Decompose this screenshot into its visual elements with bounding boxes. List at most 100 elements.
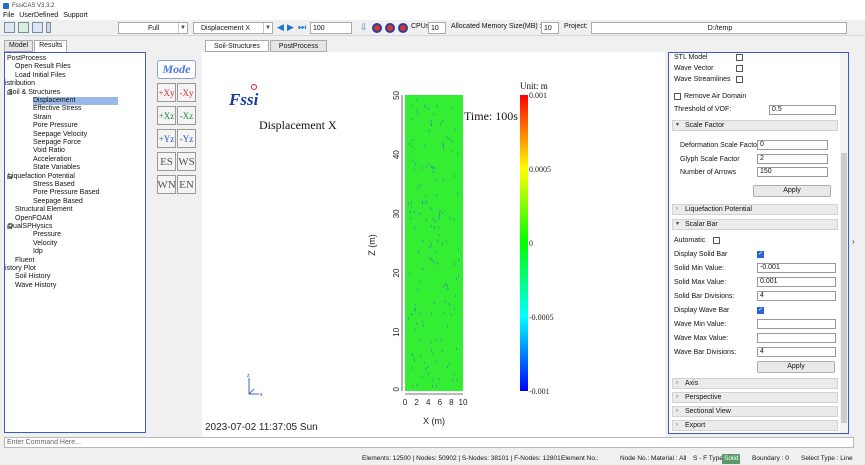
record-icon-3[interactable] bbox=[398, 23, 408, 33]
view-es-button[interactable]: ES bbox=[157, 152, 176, 171]
display-wave-label: Display Wave Bar bbox=[674, 307, 730, 314]
status-select-type: Select Type : Line bbox=[801, 455, 853, 462]
view-plusminus-xz-button[interactable]: +Xz bbox=[157, 106, 176, 125]
tab-results[interactable]: Results bbox=[34, 40, 68, 52]
wave-streamlines-checkbox[interactable] bbox=[736, 76, 743, 83]
cpus-input[interactable]: 10 bbox=[428, 22, 446, 34]
tree-node-soil-structures[interactable]: Soil & Structures bbox=[8, 89, 60, 97]
tree-node-effective-stress[interactable]: Effective Stress bbox=[33, 105, 82, 113]
tab-model[interactable]: Model bbox=[4, 40, 34, 52]
view-minus-xz-button[interactable]: -Xz bbox=[177, 106, 196, 125]
open-folder-icon[interactable] bbox=[4, 22, 15, 33]
tree-node-pore-pressure[interactable]: Pore Pressure bbox=[33, 122, 78, 130]
wave-vector-checkbox[interactable] bbox=[736, 65, 743, 72]
tree-node-seepage-velocity[interactable]: Seepage Velocity bbox=[33, 131, 87, 139]
menu-support[interactable]: Support bbox=[63, 12, 88, 19]
tree-node-open-result-files[interactable]: Open Result Files bbox=[15, 63, 71, 71]
tree-node-void-ratio[interactable]: Void Ratio bbox=[33, 147, 65, 155]
tree-node-pore-pressure-based[interactable]: Pore Pressure Based bbox=[33, 189, 100, 197]
automatic-checkbox[interactable] bbox=[713, 237, 720, 244]
tree-node-pressure[interactable]: Pressure bbox=[33, 231, 61, 239]
wave-max-input[interactable] bbox=[757, 333, 836, 343]
x-tick-label: 6 bbox=[438, 398, 443, 407]
center-tab-bar: Soil-Structures PostProcess bbox=[205, 40, 328, 52]
glyph-scale-input[interactable]: 2 bbox=[757, 154, 828, 164]
command-input[interactable]: Enter Command Here... bbox=[4, 437, 854, 448]
project-path-input[interactable]: D:/temp bbox=[591, 22, 847, 34]
wave-min-input[interactable] bbox=[757, 319, 836, 329]
apply-scale-button[interactable]: Apply bbox=[753, 185, 831, 197]
tree-node-postprocess[interactable]: PostProcess bbox=[7, 55, 46, 63]
menu-userdefined[interactable]: UserDefined bbox=[19, 12, 58, 19]
view-plusminus-xy-button[interactable]: +Xy bbox=[157, 83, 176, 102]
download-icon[interactable]: ⇩ bbox=[360, 23, 368, 32]
step-forward-icon[interactable]: ⏭ bbox=[298, 23, 306, 32]
variable-select[interactable]: Displacement X ▼ bbox=[193, 22, 273, 34]
panel-icon[interactable] bbox=[46, 22, 51, 33]
tab-postprocess[interactable]: PostProcess bbox=[269, 40, 328, 52]
wave-div-input[interactable]: 4 bbox=[757, 347, 836, 357]
view-plusminus-yz-button[interactable]: +Yz bbox=[157, 129, 176, 148]
display-solid-checkbox[interactable] bbox=[757, 250, 764, 258]
view-minus-xy-button[interactable]: -Xy bbox=[177, 83, 196, 102]
view-wn-button[interactable]: WN bbox=[157, 175, 176, 194]
solid-max-input[interactable]: 0.001 bbox=[757, 277, 836, 287]
view-minus-yz-button[interactable]: -Yz bbox=[177, 129, 196, 148]
frame-input[interactable]: 100 bbox=[310, 22, 352, 34]
tree-node-distribution[interactable]: Distribution bbox=[5, 80, 35, 88]
view-ws-button[interactable]: WS bbox=[177, 152, 196, 171]
liquefaction-section[interactable]: › Liquefaction Potential bbox=[672, 204, 838, 215]
tree-node-stress-based[interactable]: Stress Based bbox=[33, 181, 75, 189]
tree-node-structural-element[interactable]: Structural Element bbox=[15, 206, 73, 214]
deform-scale-input[interactable]: 0 bbox=[757, 140, 828, 150]
render-viewport[interactable]: Fssi Displacement X Time: 100s Unit: m 5… bbox=[202, 52, 665, 438]
tree-node-seepage-force[interactable]: Seepage Force bbox=[33, 139, 81, 147]
view-en-button[interactable]: EN bbox=[177, 175, 196, 194]
perspective-section[interactable]: › Perspective bbox=[672, 392, 838, 403]
tree-node-dualsphysics[interactable]: DualSPHysics bbox=[8, 223, 52, 231]
menu-file[interactable]: File bbox=[3, 12, 14, 19]
scalar-bar-section[interactable]: ▾ Scalar Bar bbox=[672, 219, 838, 230]
tree-node-liquefaction-potential[interactable]: Liquefaction Potential bbox=[8, 173, 75, 181]
app-icon bbox=[3, 2, 9, 9]
solid-min-input[interactable]: -0.001 bbox=[757, 263, 836, 273]
tree-node-displacement[interactable]: Displacement bbox=[33, 97, 118, 105]
tab-soil-structures[interactable]: Soil-Structures bbox=[205, 40, 269, 52]
tree-node-load-initial-files[interactable]: Load Initial Files bbox=[15, 72, 66, 80]
record-icon-1[interactable] bbox=[372, 23, 382, 33]
apply-scalar-button[interactable]: Apply bbox=[757, 361, 835, 373]
table-icon[interactable] bbox=[18, 22, 29, 33]
tree-node-seepage-based[interactable]: Seepage Based bbox=[33, 198, 83, 206]
sectional-view-section[interactable]: › Sectional View bbox=[672, 406, 838, 417]
play-forward-icon[interactable]: ▶ bbox=[287, 23, 294, 32]
tree-node-strain[interactable]: Strain bbox=[33, 114, 51, 122]
axis-section[interactable]: › Axis bbox=[672, 378, 838, 389]
remove-air-checkbox[interactable] bbox=[674, 93, 681, 100]
arrows-count-input[interactable]: 150 bbox=[757, 167, 828, 177]
displacement-field bbox=[405, 95, 463, 391]
tree-node-openfoam[interactable]: OpenFOAM bbox=[15, 215, 52, 223]
tree-node-acceleration[interactable]: Acceleration bbox=[33, 156, 72, 164]
view-mode-select[interactable]: Full ▼ bbox=[118, 22, 188, 34]
scale-factor-section[interactable]: ▾ Scale Factor bbox=[672, 120, 838, 131]
tree-node-history-plot[interactable]: History Plot bbox=[5, 265, 36, 273]
stl-model-checkbox[interactable] bbox=[736, 54, 743, 61]
threshold-input[interactable]: 0.5 bbox=[769, 105, 836, 115]
display-wave-checkbox[interactable] bbox=[757, 306, 764, 314]
play-backward-icon[interactable]: ◀ bbox=[277, 23, 284, 32]
tree-node-idp[interactable]: Idp bbox=[33, 248, 43, 256]
export-section[interactable]: › Export bbox=[672, 420, 838, 431]
solid-div-input[interactable]: 4 bbox=[757, 291, 836, 301]
z-tick-label: 50 bbox=[392, 90, 401, 99]
tree-node-fluent[interactable]: Fluent bbox=[15, 257, 34, 265]
tree-node-soil-history[interactable]: Soil History bbox=[15, 273, 50, 281]
tree-node-wave-history[interactable]: Wave History bbox=[15, 282, 56, 290]
collapse-panel-icon[interactable]: › bbox=[852, 237, 855, 246]
mode-button[interactable]: Mode bbox=[157, 60, 196, 79]
save-icon[interactable] bbox=[32, 22, 43, 33]
property-panel-scrollbar[interactable] bbox=[840, 53, 848, 433]
tree-node-velocity[interactable]: Velocity bbox=[33, 240, 57, 248]
tree-node-state-variables[interactable]: State Variables bbox=[33, 164, 80, 172]
record-icon-2[interactable] bbox=[385, 23, 395, 33]
memory-input[interactable]: 10 bbox=[541, 22, 559, 34]
